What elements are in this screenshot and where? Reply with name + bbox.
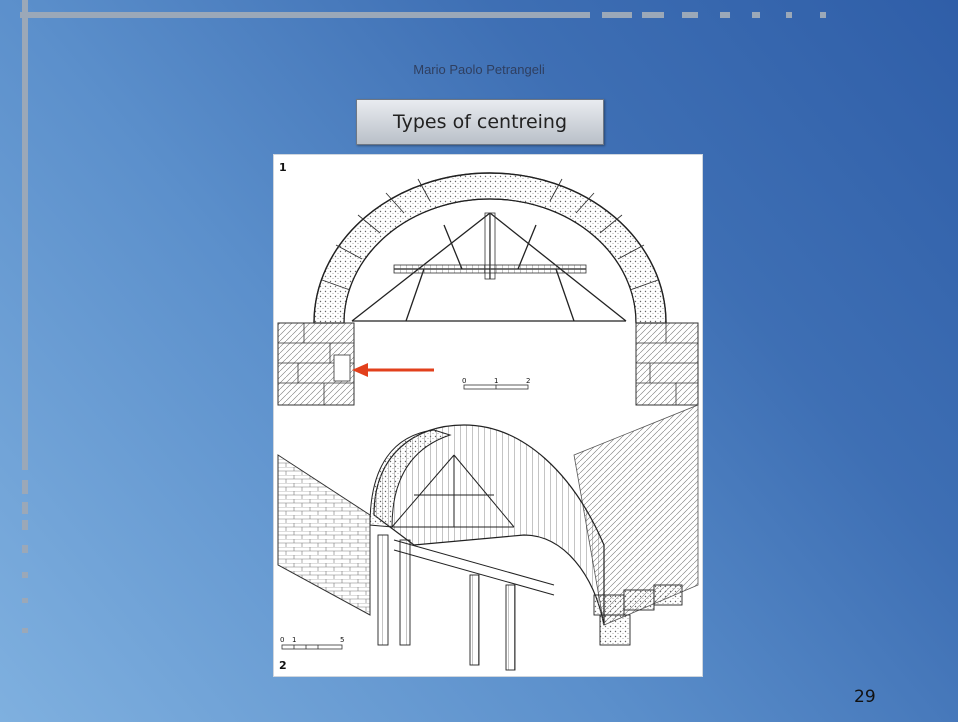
barrel-vault-axonometric: [277, 404, 699, 671]
panel-2-label: 2: [279, 659, 287, 672]
scale-1-tick-0: 0: [462, 377, 466, 385]
slide-title: Types of centreing: [392, 111, 568, 133]
panel-1-label: 1: [279, 161, 287, 174]
title-box: Types of centreing: [356, 99, 604, 145]
scale-bar-1: 0 1 2: [462, 377, 530, 390]
scale-2-tick-1: 1: [292, 636, 296, 644]
scale-2-tick-0: 0: [280, 636, 284, 644]
arch-elevation: [277, 172, 699, 406]
centreing-figure: 1 0 1 2 0 1 5 2: [273, 154, 703, 677]
page-number: 29: [854, 687, 876, 707]
scale-bar-2: 0 1 5: [280, 636, 344, 650]
centreing-drawing: 1 0 1 2 0 1 5 2: [277, 161, 699, 672]
scale-2-tick-2: 5: [340, 636, 344, 644]
scale-1-tick-2: 2: [526, 377, 530, 385]
red-arrow-icon: [352, 363, 434, 377]
author-name: Mario Paolo Petrangeli: [413, 62, 545, 77]
scale-1-tick-1: 1: [494, 377, 498, 385]
